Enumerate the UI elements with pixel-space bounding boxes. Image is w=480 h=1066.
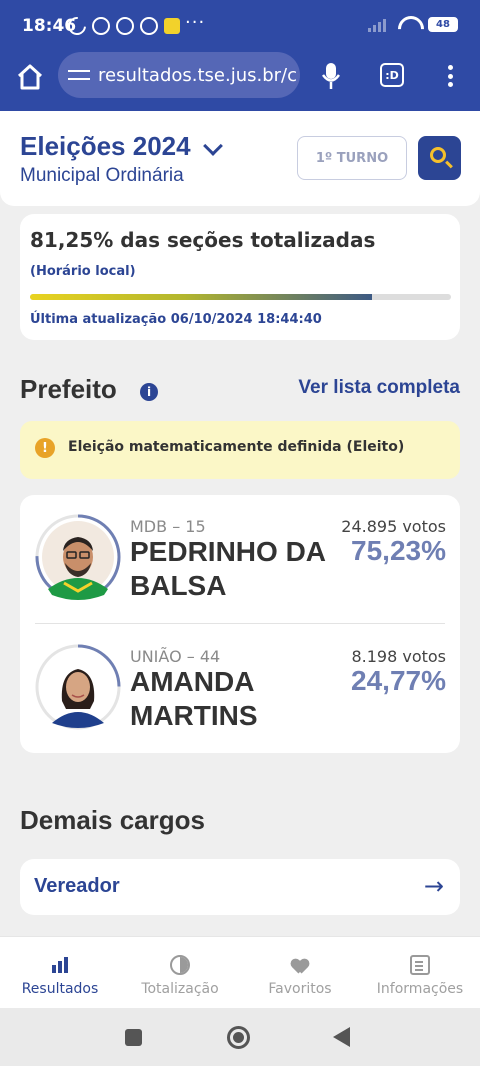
candidates-card: MDB – 15 PEDRINHO DA BALSA 24.895 votos … — [20, 495, 460, 753]
candidate-name: AMANDA MARTINS — [130, 665, 258, 733]
wifi-icon — [398, 16, 418, 32]
search-icon — [430, 147, 446, 163]
candidate-party: UNIÃO – 44 — [130, 647, 221, 666]
candidate-percent: 75,23% — [351, 535, 446, 566]
back-icon[interactable] — [333, 1027, 350, 1047]
candidate-percent: 24,77% — [351, 665, 446, 696]
microphone-icon[interactable] — [320, 62, 342, 90]
recent-apps-icon[interactable] — [125, 1029, 142, 1046]
candidate-party: MDB – 15 — [130, 517, 206, 536]
clipboard-icon — [410, 955, 430, 975]
turno-button[interactable]: 1º TURNO — [297, 136, 407, 180]
election-subtitle: Municipal Ordinária — [20, 165, 184, 186]
status-bar: 18:46 ··· 48 — [0, 0, 480, 52]
totalization-progress-bar — [30, 294, 451, 300]
browser-menu-icon[interactable] — [440, 62, 460, 90]
battery-icon: 48 — [428, 16, 458, 32]
candidate-name-line: PEDRINHO DA — [130, 536, 327, 567]
bottom-navigation: Resultados Totalização Favoritos Informa… — [0, 936, 480, 1008]
app-notification-icon — [164, 18, 180, 34]
see-full-list-link[interactable]: Ver lista completa — [298, 377, 460, 399]
top-bar: 18:46 ··· 48 resultados.tse.jus.br/c:D — [0, 0, 480, 111]
nav-label: Favoritos — [268, 981, 332, 997]
nav-label: Resultados — [21, 981, 99, 997]
more-notifications-icon: ··· — [185, 12, 206, 33]
candidate-name-line: AMANDA — [130, 666, 255, 697]
browser-toolbar: resultados.tse.jus.br/c :D — [0, 52, 480, 111]
page-header: Eleições 2024 Municipal Ordinária 1º TUR… — [0, 111, 480, 206]
alert-text: Eleição matematicamente definida (Eleito… — [68, 439, 405, 455]
vereador-label: Vereador — [34, 875, 120, 897]
system-navigation-bar — [0, 1008, 480, 1066]
bar-chart-icon — [50, 955, 70, 975]
chevron-down-icon[interactable] — [203, 136, 223, 156]
warning-icon: ! — [35, 438, 55, 458]
candidate-name-line: BALSA — [130, 570, 227, 601]
nav-favoritos[interactable]: Favoritos — [240, 937, 360, 1008]
totalization-card: 81,25% das seções totalizadas (Horário l… — [20, 214, 460, 340]
url-text: resultados.tse.jus.br/c — [98, 64, 298, 86]
candidate-avatar — [34, 513, 122, 601]
totalization-percent: 81,25% das seções totalizadas — [30, 228, 376, 252]
moon-icon — [64, 13, 90, 39]
nav-totalizacao[interactable]: Totalização — [120, 937, 240, 1008]
signal-icon — [368, 16, 388, 32]
pie-chart-icon — [170, 955, 190, 975]
vereador-link[interactable]: Vereador → — [20, 859, 460, 915]
alarm-icon — [140, 17, 158, 35]
candidate-name-line: MARTINS — [130, 700, 258, 731]
other-offices-title: Demais cargos — [20, 805, 205, 835]
arrow-right-icon: → — [423, 872, 444, 900]
candidate-votes: 24.895 votos — [341, 517, 446, 536]
whatsapp-icon — [116, 17, 134, 35]
last-update: Última atualização 06/10/2024 18:44:40 — [30, 312, 322, 327]
progress-fill — [30, 294, 373, 300]
candidate-name: PEDRINHO DA BALSA — [130, 535, 326, 603]
heart-icon — [290, 955, 310, 975]
nav-resultados[interactable]: Resultados — [0, 937, 120, 1008]
nav-label: Totalização — [141, 981, 219, 997]
alarm-icon — [92, 17, 110, 35]
search-button[interactable] — [418, 136, 461, 180]
home-button-icon[interactable] — [227, 1026, 250, 1049]
info-icon[interactable]: i — [140, 383, 158, 401]
notification-icons — [64, 13, 180, 39]
tab-switcher-button[interactable]: :D — [380, 63, 404, 87]
section-title: Prefeito — [20, 374, 117, 404]
candidate-row[interactable]: UNIÃO – 44 AMANDA MARTINS 8.198 votos 24… — [20, 625, 460, 753]
candidate-avatar — [34, 643, 122, 731]
url-bar[interactable]: resultados.tse.jus.br/c — [58, 52, 300, 98]
election-title[interactable]: Eleições 2024 — [20, 131, 191, 162]
status-right: 48 — [368, 16, 458, 32]
site-settings-icon[interactable] — [68, 66, 90, 84]
nav-informacoes[interactable]: Informações — [360, 937, 480, 1008]
divider — [35, 623, 445, 624]
candidate-votes: 8.198 votos — [351, 647, 446, 666]
nav-label: Informações — [376, 981, 464, 997]
home-icon[interactable] — [15, 62, 45, 92]
local-time-note: (Horário local) — [30, 264, 136, 279]
alert-banner: ! Eleição matematicamente definida (Elei… — [20, 421, 460, 479]
candidate-row[interactable]: MDB – 15 PEDRINHO DA BALSA 24.895 votos … — [20, 495, 460, 623]
